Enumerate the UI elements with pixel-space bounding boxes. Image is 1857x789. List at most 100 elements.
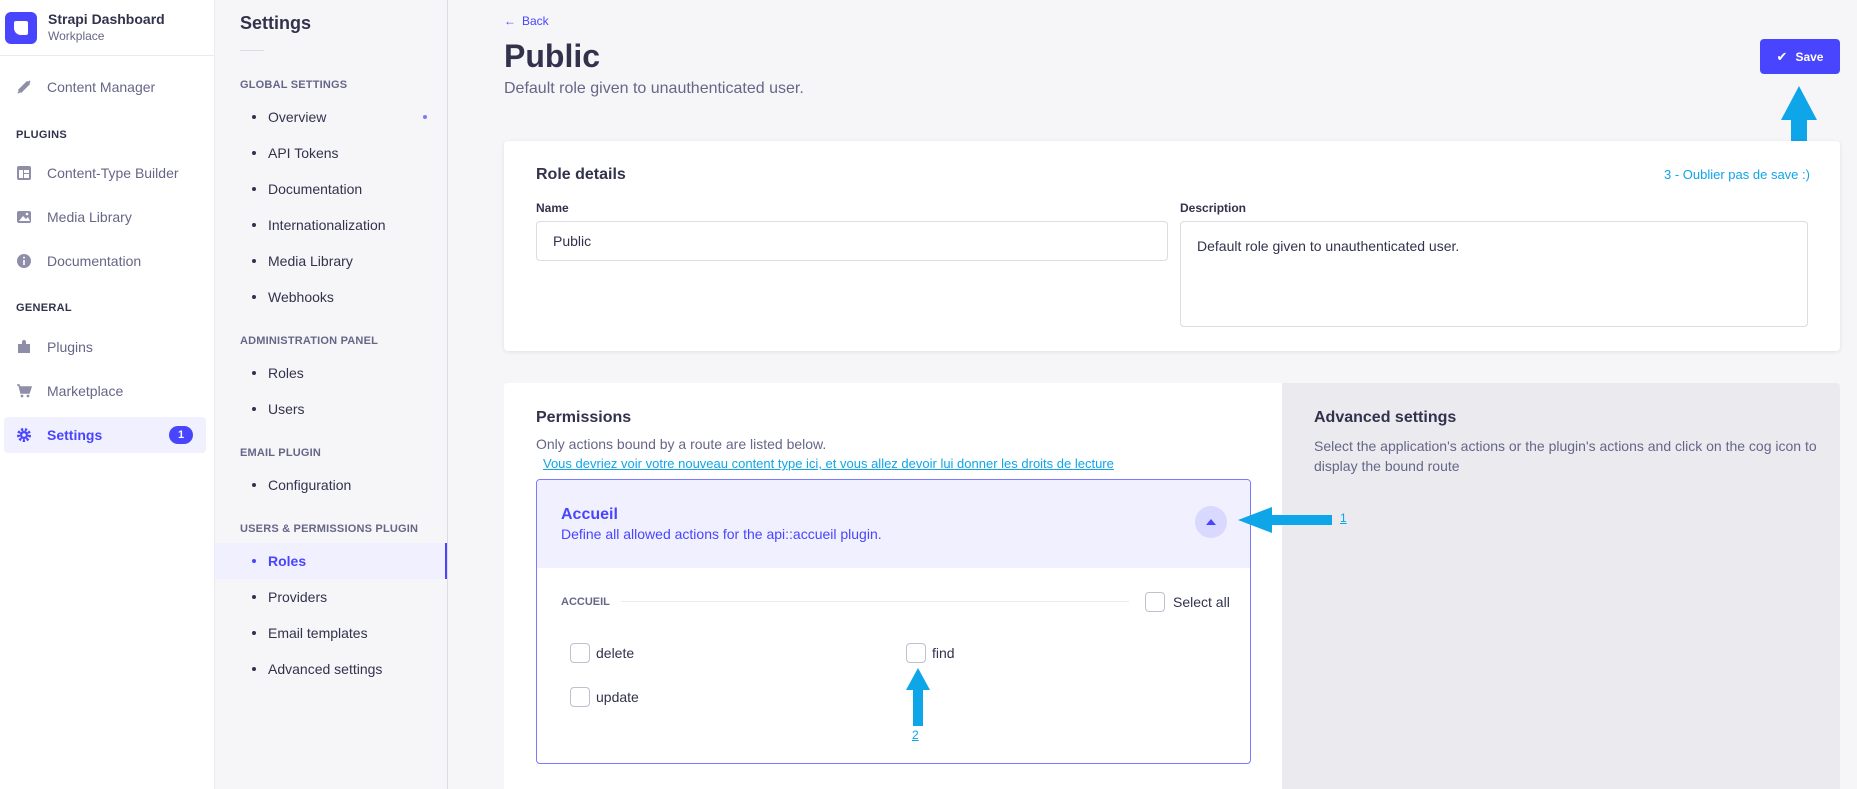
main-nav: Strapi Dashboard Workplace Content Manag… (0, 0, 215, 789)
nav-section-general: GENERAL (16, 302, 72, 314)
brand[interactable]: Strapi Dashboard Workplace (0, 0, 214, 56)
subnav-section-admin: ADMINISTRATION PANEL (240, 335, 379, 347)
arrow-left-icon: ← (504, 14, 516, 28)
find-checkbox[interactable] (906, 643, 926, 663)
save-button[interactable]: ✔ Save (1760, 39, 1840, 74)
update-label: update (596, 689, 639, 705)
nav-documentation[interactable]: Documentation (4, 243, 206, 279)
info-icon (15, 252, 33, 270)
subnav-item-admin-roles[interactable]: Roles (215, 355, 447, 391)
puzzle-icon (15, 338, 33, 356)
subnav-section-global: GLOBAL SETTINGS (240, 79, 348, 91)
subnav-divider (240, 50, 264, 51)
subnav-item-label: Roles (268, 553, 307, 569)
back-label: Back (522, 14, 549, 28)
subnav-item-configuration[interactable]: Configuration (215, 467, 447, 503)
role-details-card: Role details 3 - Oublier pas de save :) … (504, 141, 1840, 351)
accordion-toggle-button[interactable] (1195, 506, 1227, 538)
settings-badge: 1 (169, 426, 193, 444)
name-input[interactable]: Public (536, 221, 1168, 261)
name-label: Name (536, 201, 569, 215)
image-icon (15, 208, 33, 226)
delete-checkbox[interactable] (570, 643, 590, 663)
page-title: Public (504, 38, 601, 74)
save-annotation: 3 - Oublier pas de save :) (1664, 167, 1810, 182)
back-link[interactable]: ← Back (504, 14, 549, 28)
role-details-title: Role details (536, 166, 626, 183)
save-label: Save (1795, 49, 1824, 64)
subnav-item-label: Documentation (268, 181, 363, 197)
accordion-header[interactable]: Accueil Define all allowed actions for t… (537, 480, 1250, 568)
subnav-item-advanced-settings[interactable]: Advanced settings (215, 651, 447, 687)
subnav-item-api-tokens[interactable]: API Tokens (215, 135, 447, 171)
annotation-marker-2: 2 (912, 728, 919, 742)
subnav-item-label: Webhooks (268, 289, 334, 305)
nav-settings[interactable]: Settings 1 (4, 417, 206, 453)
nav-media-library[interactable]: Media Library (4, 199, 206, 235)
subnav-item-providers[interactable]: Providers (215, 579, 447, 615)
layout-icon (15, 164, 33, 182)
settings-subnav: Settings GLOBAL SETTINGS Overview API To… (215, 0, 448, 789)
annotation-arrow-left-toggle-icon (1238, 507, 1332, 533)
content-type-annotation: Vous devriez voir votre nouveau content … (543, 456, 1114, 471)
select-all-checkbox[interactable] (1145, 592, 1165, 612)
gear-icon (15, 426, 33, 444)
description-textarea[interactable]: Default role given to unauthenticated us… (1180, 221, 1808, 327)
nav-section-plugins: PLUGINS (16, 129, 67, 141)
chevron-up-icon (1206, 519, 1216, 525)
permissions-subtitle: Only actions bound by a route are listed… (536, 436, 827, 452)
subnav-item-media-library[interactable]: Media Library (215, 243, 447, 279)
subnav-item-documentation[interactable]: Documentation (215, 171, 447, 207)
annotation-marker-1: 1 (1340, 511, 1347, 525)
accordion-section-label: ACCUEIL (561, 596, 610, 608)
strapi-logo-icon (5, 11, 37, 44)
subnav-item-webhooks[interactable]: Webhooks (215, 279, 447, 315)
subnav-item-label: Advanced settings (268, 661, 383, 677)
permissions-title: Permissions (536, 409, 632, 426)
nav-plugins[interactable]: Plugins (4, 329, 206, 365)
annotation-arrow-up-find-icon (906, 668, 930, 726)
nav-media-library-label: Media Library (47, 209, 132, 225)
subnav-section-users-permissions: USERS & PERMISSIONS PLUGIN (240, 523, 419, 535)
subnav-item-label: Email templates (268, 625, 368, 641)
accordion-title: Accueil (561, 506, 618, 523)
nav-plugins-label: Plugins (47, 339, 93, 355)
cart-icon (15, 382, 33, 400)
brand-title: Strapi Dashboard (48, 10, 165, 27)
nav-marketplace-label: Marketplace (47, 383, 124, 399)
subnav-item-label: API Tokens (268, 145, 339, 161)
subnav-item-overview[interactable]: Overview (215, 99, 447, 135)
subnav-item-label: Internationalization (268, 217, 386, 233)
subnav-item-up-roles[interactable]: Roles (215, 543, 447, 579)
nav-content-manager-label: Content Manager (47, 79, 156, 95)
subnav-section-email: EMAIL PLUGIN (240, 447, 322, 459)
subnav-item-email-templates[interactable]: Email templates (215, 615, 447, 651)
nav-settings-label: Settings (47, 427, 103, 443)
subnav-title: Settings (240, 13, 312, 33)
subnav-item-users[interactable]: Users (215, 391, 447, 427)
update-checkbox[interactable] (570, 687, 590, 707)
check-icon: ✔ (1776, 48, 1788, 64)
subnav-item-label: Media Library (268, 253, 353, 269)
subnav-item-label: Configuration (268, 477, 352, 493)
nav-content-type-builder-label: Content-Type Builder (47, 165, 179, 181)
page-subtitle: Default role given to unauthenticated us… (504, 80, 804, 97)
subnav-item-label: Overview (268, 109, 327, 125)
accordion-accueil: Accueil Define all allowed actions for t… (536, 479, 1251, 764)
accordion-divider (621, 601, 1129, 602)
find-label: find (932, 645, 955, 661)
description-label: Description (1180, 201, 1247, 215)
subnav-item-label: Users (268, 401, 305, 417)
advanced-settings-title: Advanced settings (1314, 409, 1457, 426)
delete-label: delete (596, 645, 635, 661)
nav-documentation-label: Documentation (47, 253, 142, 269)
nav-marketplace[interactable]: Marketplace (4, 373, 206, 409)
subnav-item-internationalization[interactable]: Internationalization (215, 207, 447, 243)
nav-content-type-builder[interactable]: Content-Type Builder (4, 155, 206, 191)
advanced-settings-text: Select the application's actions or the … (1314, 438, 1817, 474)
subnav-item-label: Providers (268, 589, 328, 605)
update-dot-icon (423, 115, 427, 119)
feather-icon (15, 78, 33, 96)
nav-content-manager[interactable]: Content Manager (4, 69, 206, 105)
select-all-label: Select all (1173, 594, 1230, 610)
